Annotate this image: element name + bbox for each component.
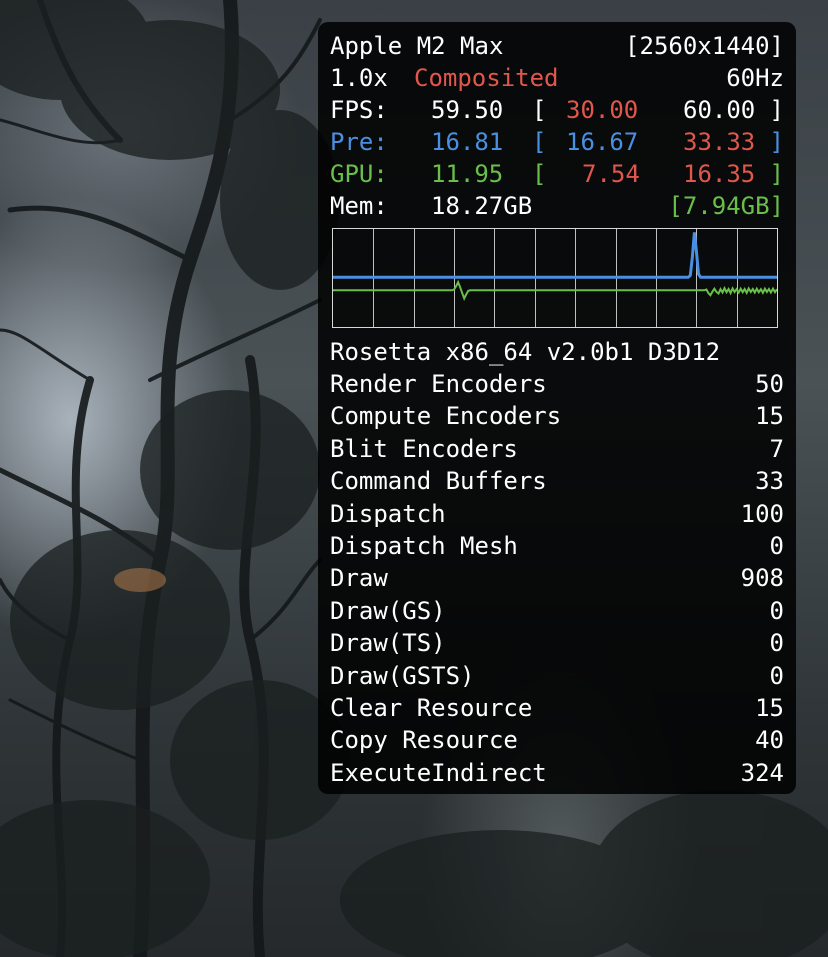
frame-time-graph xyxy=(332,228,778,328)
pre-value: 16.81 xyxy=(431,128,504,156)
stat-row: Dispatch 100 xyxy=(330,498,784,530)
fps-max: 60.00 xyxy=(683,96,756,124)
stat-label: Blit Encoders xyxy=(330,434,518,463)
stat-label: Dispatch xyxy=(330,499,446,528)
stat-label: Dispatch Mesh xyxy=(330,532,518,560)
gpu-label: GPU: xyxy=(330,160,388,188)
pre-label: Pre: xyxy=(330,128,388,156)
pre-bracket-close: ] xyxy=(769,128,784,156)
stat-value: 7 xyxy=(769,434,784,463)
pre-bracket-open: [ xyxy=(532,128,547,156)
stat-label: Draw(TS) xyxy=(330,629,446,658)
stat-row: Draw(GS) 0 xyxy=(330,595,784,627)
hud-mode-row: 1.0x Composited 60Hz xyxy=(330,62,784,94)
pre-series-line xyxy=(333,232,777,279)
stat-value: 0 xyxy=(769,596,784,625)
gpu-series-line xyxy=(333,279,777,302)
stat-label: Copy Resource xyxy=(330,726,518,755)
stat-row: Compute Encoders 15 xyxy=(330,400,784,432)
mem-value: 18.27GB xyxy=(431,192,533,220)
stat-label: Compute Encoders xyxy=(330,402,562,431)
stat-row: ExecuteIndirect 324 xyxy=(330,757,784,789)
mem-row: Mem: 18.27GB [7.94GB] xyxy=(330,190,784,222)
fps-min: 30.00 xyxy=(566,96,639,124)
stat-label: Render Encoders xyxy=(330,370,547,398)
composite-mode: Composited xyxy=(414,64,559,92)
api-line: Rosetta x86_64 v2.0b1 D3D12 xyxy=(330,336,784,368)
stat-value: 324 xyxy=(740,758,784,787)
stat-value: 0 xyxy=(769,661,784,690)
fps-bracket-open: [ xyxy=(532,96,547,124)
stat-label: ExecuteIndirect xyxy=(330,758,547,787)
frame-time-graph-plot xyxy=(333,229,777,327)
mem-extra: [7.94GB] xyxy=(668,192,784,220)
stat-row: Dispatch Mesh 0 xyxy=(330,530,784,562)
stat-row: Blit Encoders 7 xyxy=(330,433,784,465)
stat-row: Clear Resource 15 xyxy=(330,692,784,724)
gpu-bracket-open: [ xyxy=(532,160,547,188)
stat-value: 40 xyxy=(755,726,784,755)
refresh-rate: 60Hz xyxy=(726,64,784,92)
fps-value: 59.50 xyxy=(431,96,504,124)
stat-row: Draw 908 xyxy=(330,562,784,594)
stat-value: 100 xyxy=(740,499,784,528)
gpu-min: 7.54 xyxy=(582,160,640,188)
mem-label: Mem: xyxy=(330,192,388,220)
gpu-bracket-close: ] xyxy=(769,160,784,188)
stat-value: 15 xyxy=(755,694,784,722)
stat-label: Clear Resource xyxy=(330,694,533,722)
scale-factor: 1.0x xyxy=(330,64,388,92)
stat-value: 0 xyxy=(769,532,784,560)
fps-row: FPS: 59.50 [ 30.00 60.00 ] xyxy=(330,94,784,126)
performance-hud-overlay: Apple M2 Max [2560x1440] 1.0x Composited… xyxy=(318,22,796,794)
resolution: [2560x1440] xyxy=(625,32,784,60)
stat-row: Command Buffers 33 xyxy=(330,465,784,497)
stat-label: Draw(GS) xyxy=(330,596,446,625)
stat-label: Command Buffers xyxy=(330,467,547,496)
pre-row: Pre: 16.81 [ 16.67 33.33 ] xyxy=(330,126,784,158)
pre-min: 16.67 xyxy=(566,128,639,156)
stat-row: Render Encoders 50 xyxy=(330,368,784,400)
fps-bracket-close: ] xyxy=(769,96,784,124)
stat-label: Draw(GSTS) xyxy=(330,661,475,690)
pre-max: 33.33 xyxy=(683,128,756,156)
api-info: Rosetta x86_64 v2.0b1 D3D12 xyxy=(330,338,721,366)
stat-value: 908 xyxy=(740,564,784,593)
stat-value: 0 xyxy=(769,629,784,658)
gpu-max: 16.35 xyxy=(683,160,756,188)
stat-row: Draw(GSTS) 0 xyxy=(330,660,784,692)
stat-value: 15 xyxy=(755,402,784,431)
gpu-row: GPU: 11.95 [ 7.54 16.35 ] xyxy=(330,158,784,190)
device-name: Apple M2 Max xyxy=(330,32,504,60)
stat-value: 33 xyxy=(755,467,784,496)
stat-row: Copy Resource 40 xyxy=(330,724,784,756)
fps-label: FPS: xyxy=(330,96,388,124)
gpu-value: 11.95 xyxy=(431,160,504,188)
stat-row: Draw(TS) 0 xyxy=(330,627,784,659)
hud-header-row: Apple M2 Max [2560x1440] xyxy=(330,30,784,62)
stat-value: 50 xyxy=(755,370,784,398)
stat-label: Draw xyxy=(330,564,388,593)
